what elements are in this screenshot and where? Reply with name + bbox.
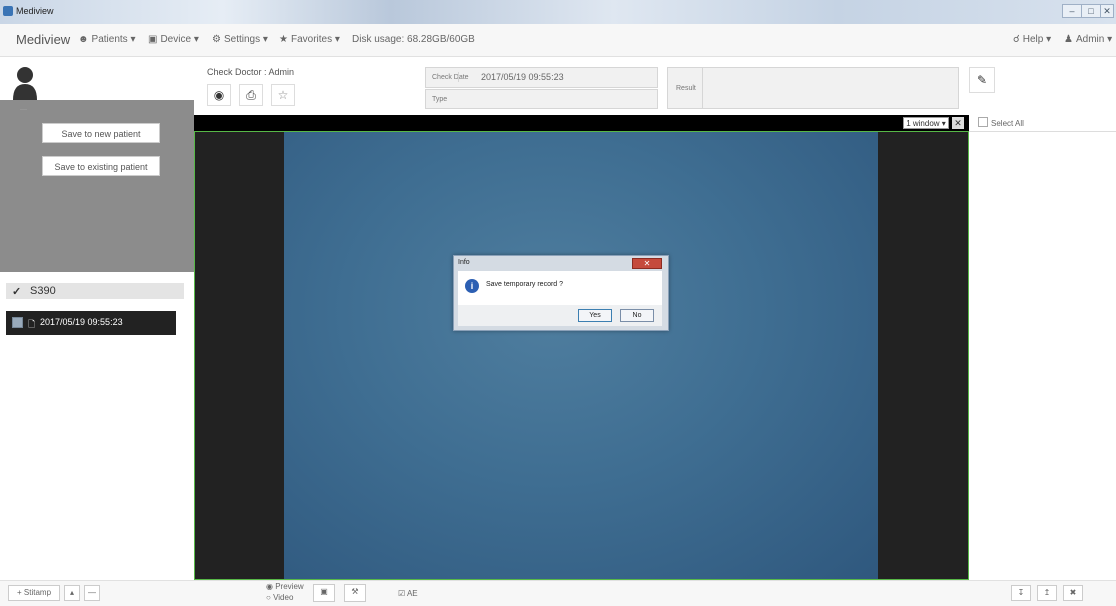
export-button[interactable]: ↥ xyxy=(1037,585,1057,601)
edit-button[interactable]: ✎ xyxy=(969,67,995,93)
chevron-up-icon: ▴ xyxy=(69,588,74,597)
camera-icon: ◉ xyxy=(213,88,225,102)
dialog-body: i Save temporary record ? Yes No xyxy=(458,271,662,326)
record-checkbox[interactable] xyxy=(12,317,23,328)
star-outline-icon: ☆ xyxy=(277,88,289,102)
live-video-image xyxy=(284,132,878,579)
star-icon: ★ xyxy=(279,34,288,45)
checkbox-checked-icon: ☑ xyxy=(398,589,406,598)
menu-settings[interactable]: ⚙ Settings ▾ xyxy=(212,34,268,45)
download-icon: ↧ xyxy=(1017,588,1025,597)
menu-admin[interactable]: ♟ Admin ▾ xyxy=(1064,34,1112,45)
menu-bar: Mediview ☻ Patients ▾ ▣ Device ▾ ⚙ Settings… xyxy=(0,24,1116,57)
upload-icon: ↥ xyxy=(1043,588,1051,597)
type-label: Type xyxy=(432,96,448,103)
save-to-new-patient-button[interactable]: Save to new patient xyxy=(42,123,160,143)
menu-device[interactable]: ▣ Device ▾ xyxy=(148,34,199,45)
chevron-down-icon: ✓ xyxy=(12,286,22,298)
close-window-button[interactable]: ✕ xyxy=(1100,4,1114,18)
printer-icon: ⎙ xyxy=(246,88,256,102)
patient-form-overlay: — Save to new patient Save to existing p… xyxy=(0,100,194,272)
patient-group-header[interactable]: ✓ S390 xyxy=(6,283,184,299)
preview-radio[interactable]: ◉ Preview xyxy=(266,582,304,591)
user-icon: ♟ xyxy=(1064,34,1073,45)
file-icon: 🗋 xyxy=(28,319,36,329)
radio-checked-icon: ◉ xyxy=(266,582,273,591)
result-field[interactable]: Result xyxy=(667,67,959,109)
wrench-icon: ⚒ xyxy=(351,587,359,596)
trash-icon: ✖ xyxy=(1069,588,1077,597)
snapshot-button[interactable]: ▣ xyxy=(313,584,335,602)
record-list-item[interactable]: 🗋 2017/05/19 09:55:23 xyxy=(6,311,176,335)
thumbnail-panel xyxy=(969,131,1116,581)
window-layout-select[interactable]: 1 window ▾ xyxy=(903,117,949,129)
pencil-icon: ✎ xyxy=(976,73,988,87)
stitamp-button[interactable]: + Stitamp xyxy=(8,585,60,601)
no-button[interactable]: No xyxy=(620,309,654,322)
bottom-toolbar xyxy=(0,580,1116,606)
remove-button[interactable]: — xyxy=(84,585,100,601)
help-icon: ☌ xyxy=(1013,34,1020,45)
fullscreen-icon[interactable]: ✕ xyxy=(952,117,964,129)
view-toolbar xyxy=(194,115,969,131)
group-name: S390 xyxy=(30,285,56,297)
info-icon: i xyxy=(465,279,479,293)
window-title: Mediview xyxy=(16,6,54,16)
menu-favorites[interactable]: ★ Favorites ▾ xyxy=(279,34,340,45)
record-label: 2017/05/19 09:55:23 xyxy=(40,317,123,327)
delete-button[interactable]: ✖ xyxy=(1063,585,1083,601)
info-dialog: Info ✕ i Save temporary record ? Yes No xyxy=(453,255,669,331)
check-date-value: 2017/05/19 09:55:23 xyxy=(458,72,564,82)
menu-help[interactable]: ☌ Help ▾ xyxy=(1013,34,1051,45)
ghost-text: — xyxy=(20,106,27,113)
gear-icon: ⚙ xyxy=(212,34,221,45)
radio-icon: ○ xyxy=(266,593,271,602)
dialog-title: Info xyxy=(458,259,470,266)
check-doctor-label: Check Doctor : Admin xyxy=(207,67,295,77)
checkbox-icon xyxy=(978,117,988,127)
print-button[interactable]: ⎙ xyxy=(239,84,263,106)
dialog-message: Save temporary record ? xyxy=(486,281,564,288)
yes-button[interactable]: Yes xyxy=(578,309,612,322)
users-icon: ☻ xyxy=(78,34,89,45)
stitamp-dropdown[interactable]: ▴ xyxy=(64,585,80,601)
capture-button[interactable]: ◉ xyxy=(207,84,231,106)
camera-icon: ▣ xyxy=(320,587,328,596)
plus-icon: + xyxy=(16,588,22,597)
window-title-bar: Mediview – □ ✕ xyxy=(0,0,1116,24)
disk-usage: Disk usage: 68.28GB/60GB xyxy=(352,34,475,45)
menu-patients[interactable]: ☻ Patients ▾ xyxy=(78,34,135,45)
favorite-button[interactable]: ☆ xyxy=(271,84,295,106)
camera-icon: ▣ xyxy=(148,34,158,45)
minus-icon: — xyxy=(88,588,96,597)
video-radio[interactable]: ○ Video xyxy=(266,593,293,602)
select-all-checkbox[interactable]: Select All xyxy=(978,117,1024,128)
maximize-button[interactable]: □ xyxy=(1081,4,1101,18)
brand-logo[interactable]: Mediview xyxy=(16,32,70,47)
check-date-field[interactable]: Check Date 2017/05/19 09:55:23 xyxy=(425,67,658,88)
ae-checkbox[interactable]: ☑ AE xyxy=(398,589,418,598)
import-button[interactable]: ↧ xyxy=(1011,585,1031,601)
patient-avatar-icon xyxy=(13,67,37,100)
tools-button[interactable]: ⚒ xyxy=(344,584,366,602)
minimize-button[interactable]: – xyxy=(1062,4,1082,18)
type-field[interactable]: Type xyxy=(425,89,658,109)
save-to-existing-patient-button[interactable]: Save to existing patient xyxy=(42,156,160,176)
result-label: Result xyxy=(676,85,696,92)
dialog-close-button[interactable]: ✕ xyxy=(632,258,662,269)
app-icon xyxy=(3,6,13,16)
